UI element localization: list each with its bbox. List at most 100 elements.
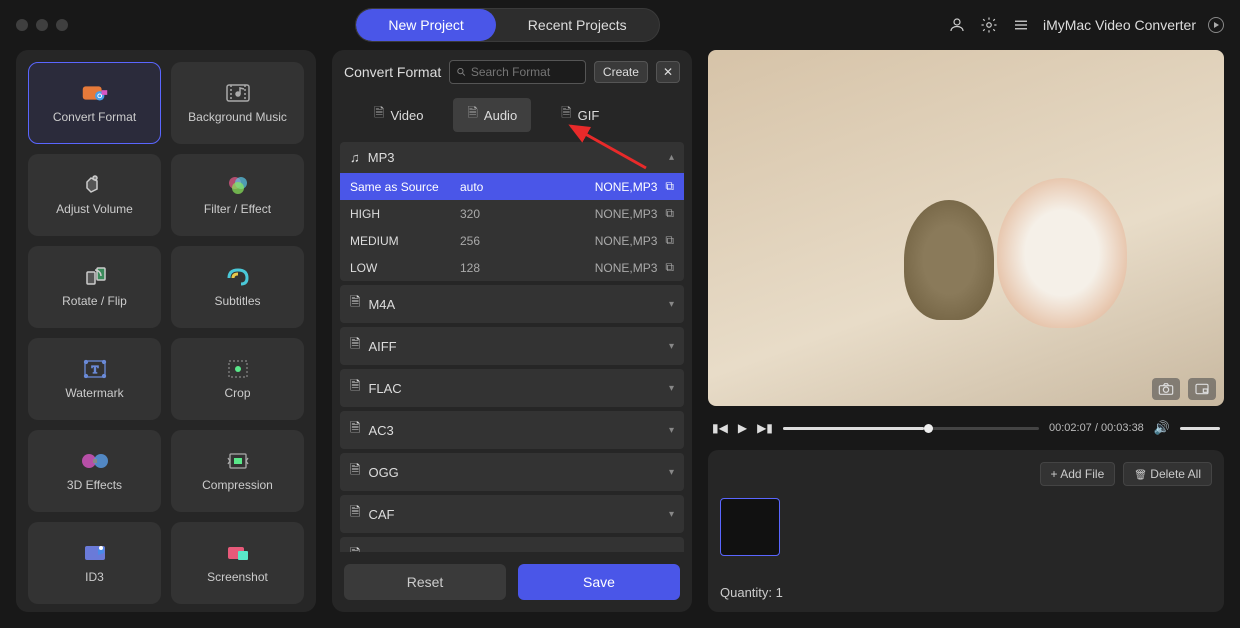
- prev-button[interactable]: ▮◀: [712, 421, 728, 435]
- format-group-head[interactable]: 🗎AIFF▾: [340, 327, 684, 365]
- 3d-icon: [79, 450, 111, 472]
- tool-crop[interactable]: Crop: [171, 338, 304, 420]
- tool-label: Convert Format: [53, 110, 136, 124]
- format-icon: 🗎: [350, 293, 360, 315]
- add-file-button[interactable]: + Add File: [1040, 462, 1116, 486]
- format-group-head[interactable]: 🗎AC3▾: [340, 411, 684, 449]
- format-group-ogg: 🗎OGG▾: [340, 453, 684, 491]
- tool-convert-format[interactable]: Convert Format: [28, 62, 161, 144]
- time-display: 00:02:07 / 00:03:38: [1049, 422, 1144, 434]
- tab-new-project[interactable]: New Project: [356, 9, 495, 41]
- panel-title: Convert Format: [344, 64, 441, 80]
- fullscreen-icon[interactable]: [1188, 378, 1216, 400]
- format-icon: 🗎: [350, 377, 360, 399]
- tab-video[interactable]: Video: [360, 98, 437, 132]
- format-icon: 🗎: [350, 461, 360, 483]
- progress-bar[interactable]: [783, 427, 1039, 430]
- chevron-down-icon: ▾: [669, 383, 674, 394]
- external-icon[interactable]: ⧉: [665, 179, 674, 194]
- tool-label: Compression: [202, 478, 273, 492]
- video-preview[interactable]: [708, 50, 1224, 406]
- format-icon: 🗎: [350, 419, 360, 441]
- delete-all-button[interactable]: 🗑 Delete All: [1123, 462, 1212, 486]
- preview-content: [708, 50, 1224, 406]
- format-group-head[interactable]: 🗎OGG▾: [340, 453, 684, 491]
- watermark-icon: T: [79, 358, 111, 380]
- search-box[interactable]: [449, 60, 586, 84]
- play-button[interactable]: ▶: [738, 421, 747, 435]
- tool-screenshot[interactable]: Screenshot: [171, 522, 304, 604]
- tool-label: Screenshot: [207, 570, 268, 584]
- format-group-head[interactable]: 🗎AU▾: [340, 537, 684, 552]
- svg-text:T: T: [91, 364, 98, 376]
- tool-adjust-volume[interactable]: Adjust Volume: [28, 154, 161, 236]
- save-button[interactable]: Save: [518, 564, 680, 600]
- preset-row[interactable]: HIGH320NONE,MP3⧉: [340, 200, 684, 227]
- tool-label: Crop: [224, 386, 250, 400]
- tool-rotate-flip[interactable]: Rotate / Flip: [28, 246, 161, 328]
- app-title: iMyMac Video Converter: [1043, 17, 1196, 33]
- minimize-window[interactable]: [36, 19, 48, 31]
- next-button[interactable]: ▶▮: [757, 421, 773, 435]
- create-button[interactable]: Create: [594, 61, 648, 83]
- close-panel-button[interactable]: ✕: [656, 61, 680, 83]
- format-group-head[interactable]: 🗎FLAC▾: [340, 369, 684, 407]
- tab-audio[interactable]: Audio: [453, 98, 531, 132]
- format-panel: Convert Format Create ✕ Video Audio GIF …: [332, 50, 692, 612]
- reset-button[interactable]: Reset: [344, 564, 506, 600]
- tool-3d-effects[interactable]: 3D Effects: [28, 430, 161, 512]
- account-icon[interactable]: [947, 15, 967, 35]
- format-group-flac: 🗎FLAC▾: [340, 369, 684, 407]
- tool-filter-effect[interactable]: Filter / Effect: [171, 154, 304, 236]
- format-icon: 🗎: [350, 503, 360, 525]
- preset-row[interactable]: Same as SourceautoNONE,MP3⧉: [340, 173, 684, 200]
- tool-subtitles[interactable]: Subtitles: [171, 246, 304, 328]
- format-group-head[interactable]: 🗎M4A▾: [340, 285, 684, 323]
- snapshot-icon[interactable]: [1152, 378, 1180, 400]
- tool-compression[interactable]: Compression: [171, 430, 304, 512]
- screenshot-icon: [222, 542, 254, 564]
- tool-background-music[interactable]: Background Music: [171, 62, 304, 144]
- external-icon[interactable]: ⧉: [665, 206, 674, 221]
- tool-watermark[interactable]: TWatermark: [28, 338, 161, 420]
- format-group-caf: 🗎CAF▾: [340, 495, 684, 533]
- volume-slider[interactable]: [1180, 427, 1220, 430]
- format-group-m4a: 🗎M4A▾: [340, 285, 684, 323]
- tool-label: Subtitles: [214, 294, 260, 308]
- tool-label: Adjust Volume: [56, 202, 133, 216]
- compress-icon: [222, 450, 254, 472]
- preset-row[interactable]: LOW128NONE,MP3⧉: [340, 254, 684, 281]
- quantity-label: Quantity: 1: [720, 585, 1212, 600]
- external-icon[interactable]: ⧉: [665, 260, 674, 275]
- window-controls[interactable]: [16, 19, 68, 31]
- tab-recent-projects[interactable]: Recent Projects: [496, 9, 659, 41]
- music-note-icon: ♫: [350, 150, 360, 165]
- tool-id3[interactable]: ID3: [28, 522, 161, 604]
- search-input[interactable]: [471, 65, 579, 79]
- project-tabs: New Project Recent Projects: [355, 8, 659, 42]
- settings-icon[interactable]: [979, 15, 999, 35]
- tool-label: 3D Effects: [67, 478, 122, 492]
- format-group-head[interactable]: ♫MP3▴: [340, 142, 684, 173]
- format-group-head[interactable]: 🗎CAF▾: [340, 495, 684, 533]
- format-group-mp3: ♫MP3▴Same as SourceautoNONE,MP3⧉HIGH320N…: [340, 142, 684, 281]
- format-group-au: 🗎AU▾: [340, 537, 684, 552]
- chevron-down-icon: ▾: [669, 467, 674, 478]
- volume-icon[interactable]: 🔊: [1154, 420, 1170, 436]
- chevron-up-icon: ▴: [669, 152, 674, 163]
- external-icon[interactable]: ⧉: [665, 233, 674, 248]
- format-icon: 🗎: [350, 545, 360, 552]
- close-window[interactable]: [16, 19, 28, 31]
- playback-controls: ▮◀ ▶ ▶▮ 00:02:07 / 00:03:38 🔊: [708, 418, 1224, 438]
- preset-row[interactable]: MEDIUM256NONE,MP3⧉: [340, 227, 684, 254]
- maximize-window[interactable]: [56, 19, 68, 31]
- file-pane: + Add File 🗑 Delete All Quantity: 1: [708, 450, 1224, 612]
- menu-icon[interactable]: [1011, 15, 1031, 35]
- convert-icon: [79, 82, 111, 104]
- doc-icon: [374, 104, 384, 126]
- tools-sidebar: Convert Format Background Music Adjust Vol…: [16, 50, 316, 612]
- app-play-icon[interactable]: [1208, 17, 1224, 33]
- format-group-aiff: 🗎AIFF▾: [340, 327, 684, 365]
- tab-gif[interactable]: GIF: [547, 98, 613, 132]
- file-thumbnail[interactable]: [720, 498, 780, 556]
